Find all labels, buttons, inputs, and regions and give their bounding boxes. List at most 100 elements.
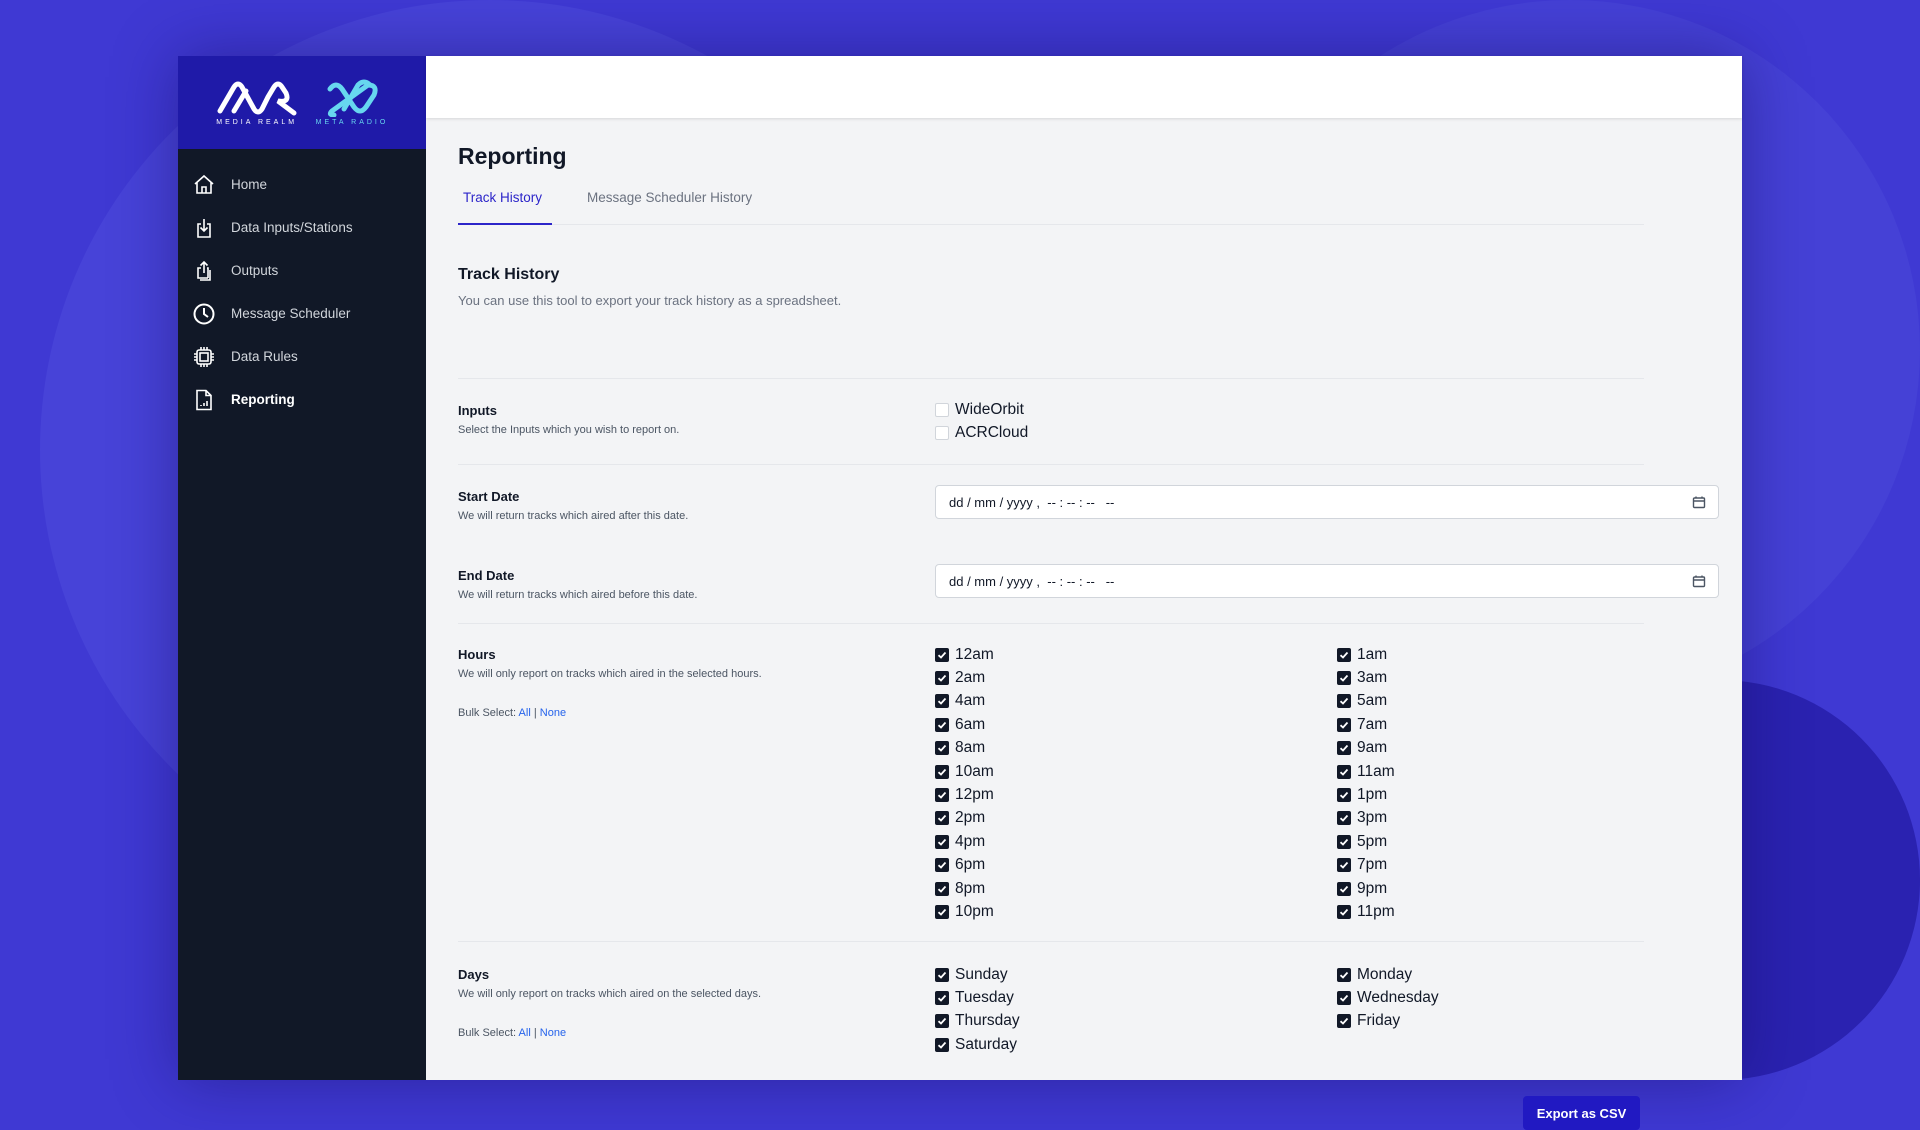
checkbox-days-sunday[interactable]: Sunday xyxy=(935,963,1337,986)
days-bulk-select: Bulk Select: All | None xyxy=(458,1027,567,1039)
hours-select-none-link[interactable]: None xyxy=(540,707,566,719)
divider xyxy=(458,378,1644,379)
days-checkbox-grid: Sunday Monday Tuesday Wednesday Thursday Frid… xyxy=(935,963,1639,1057)
checkbox-checked-icon xyxy=(1337,1014,1351,1029)
media-realm-logo: MEDIA REALM xyxy=(216,79,298,126)
checkbox-hours-4am[interactable]: 4am xyxy=(935,690,1337,713)
export-csv-button[interactable]: Export as CSV xyxy=(1523,1096,1640,1130)
checkbox-hours-10am[interactable]: 10am xyxy=(935,760,1337,783)
section-description: You can use this tool to export your tra… xyxy=(458,293,842,308)
checkbox-hours-8pm[interactable]: 8pm xyxy=(935,877,1337,900)
main-content: Reporting Track History Message Schedule… xyxy=(426,118,1742,1130)
checkbox-hours-1pm[interactable]: 1pm xyxy=(1337,783,1639,806)
checkbox-checked-icon xyxy=(1337,858,1351,873)
checkbox-checked-icon xyxy=(1337,881,1351,896)
tab-message-scheduler-history[interactable]: Message Scheduler History xyxy=(587,190,752,205)
checkbox-hours-10pm[interactable]: 10pm xyxy=(935,900,1337,923)
days-select-all-link[interactable]: All xyxy=(519,1027,531,1039)
divider xyxy=(458,464,1644,465)
checkbox-wideorbit[interactable]: WideOrbit xyxy=(935,398,1028,421)
checkbox-days-wednesday[interactable]: Wednesday xyxy=(1337,986,1639,1009)
calendar-icon[interactable] xyxy=(1692,574,1706,588)
checkbox-days-monday[interactable]: Monday xyxy=(1337,963,1639,986)
sidebar-item-label: Data Rules xyxy=(231,349,298,364)
calendar-icon[interactable] xyxy=(1692,495,1706,509)
checkbox-checked-icon xyxy=(1337,717,1351,732)
checkbox-checked-icon xyxy=(1337,788,1351,803)
inputs-label: Inputs xyxy=(458,403,497,418)
checkbox-days-saturday[interactable]: Saturday xyxy=(935,1033,1337,1056)
top-bar xyxy=(426,56,1742,118)
checkbox-checked-icon xyxy=(935,741,949,756)
checkbox-hours-3am[interactable]: 3am xyxy=(1337,666,1639,689)
checkbox-checked-icon xyxy=(1337,764,1351,779)
sidebar-item-outputs[interactable]: Outputs xyxy=(178,249,426,292)
checkbox-days-tuesday[interactable]: Tuesday xyxy=(935,986,1337,1009)
meta-radio-logo: META RADIO xyxy=(316,79,389,126)
sidebar-item-data-inputs[interactable]: Data Inputs/Stations xyxy=(178,206,426,249)
checkbox-checked-icon xyxy=(935,788,949,803)
checkbox-checked-icon xyxy=(1337,834,1351,849)
checkbox-checked-icon xyxy=(935,671,949,686)
checkbox-checked-icon xyxy=(1337,741,1351,756)
checkbox-hours-7am[interactable]: 7am xyxy=(1337,713,1639,736)
checkbox-hours-12am[interactable]: 12am xyxy=(935,643,1337,666)
checkbox-checked-icon xyxy=(1337,967,1351,982)
hours-select-all-link[interactable]: All xyxy=(519,707,531,719)
home-icon xyxy=(194,174,214,194)
checkbox-days-friday[interactable]: Friday xyxy=(1337,1010,1639,1033)
hours-checkbox-grid: 12am 1am 2am 3am 4am 5am 6am 7am 8am 9am 10am 11am 1… xyxy=(935,643,1639,924)
section-title: Track History xyxy=(458,266,560,283)
checkbox-hours-2pm[interactable]: 2pm xyxy=(935,807,1337,830)
checkbox-unchecked-icon xyxy=(935,402,949,417)
checkbox-hours-9am[interactable]: 9am xyxy=(1337,737,1639,760)
sidebar-item-data-rules[interactable]: Data Rules xyxy=(178,335,426,378)
checkbox-unchecked-icon xyxy=(935,426,949,441)
clock-icon xyxy=(193,303,215,324)
checkbox-checked-icon xyxy=(935,991,949,1006)
hours-bulk-select: Bulk Select: All | None xyxy=(458,707,567,719)
checkbox-hours-6pm[interactable]: 6pm xyxy=(935,854,1337,877)
checkbox-hours-4pm[interactable]: 4pm xyxy=(935,830,1337,853)
upload-share-icon xyxy=(197,260,211,281)
checkbox-hours-3pm[interactable]: 3pm xyxy=(1337,807,1639,830)
sidebar-item-message-scheduler[interactable]: Message Scheduler xyxy=(178,292,426,335)
sidebar-item-home[interactable]: Home xyxy=(178,163,426,206)
start-date-help: We will return tracks which aired after … xyxy=(458,510,689,522)
sidebar-item-label: Outputs xyxy=(231,263,279,278)
end-date-input[interactable]: dd / mm / yyyy , -- : -- : -- -- xyxy=(935,564,1719,598)
checkbox-checked-icon xyxy=(1337,671,1351,686)
tabs-divider xyxy=(458,224,1644,225)
inputs-help: Select the Inputs which you wish to repo… xyxy=(458,424,680,436)
app-window: MEDIA REALM META RADIO Home Data Inputs/… xyxy=(178,56,1742,1130)
checkbox-days-thursday[interactable]: Thursday xyxy=(935,1010,1337,1033)
checkbox-hours-11pm[interactable]: 11pm xyxy=(1337,900,1639,923)
tab-track-history[interactable]: Track History xyxy=(463,190,542,205)
checkbox-checked-icon xyxy=(935,881,949,896)
checkbox-checked-icon xyxy=(935,904,949,919)
checkbox-hours-7pm[interactable]: 7pm xyxy=(1337,854,1639,877)
sidebar-item-label: Home xyxy=(231,177,268,192)
checkbox-acrcloud[interactable]: ACRCloud xyxy=(935,421,1028,444)
checkbox-hours-1am[interactable]: 1am xyxy=(1337,643,1639,666)
divider xyxy=(458,941,1644,942)
checkbox-checked-icon xyxy=(935,834,949,849)
checkbox-hours-9pm[interactable]: 9pm xyxy=(1337,877,1639,900)
checkbox-checked-icon xyxy=(1337,811,1351,826)
checkbox-hours-12pm[interactable]: 12pm xyxy=(935,783,1337,806)
checkbox-hours-5am[interactable]: 5am xyxy=(1337,690,1639,713)
start-date-input[interactable]: dd / mm / yyyy , -- : -- : -- -- xyxy=(935,485,1719,519)
end-date-label: End Date xyxy=(458,568,515,583)
sidebar-item-label: Message Scheduler xyxy=(231,306,351,321)
checkbox-hours-6am[interactable]: 6am xyxy=(935,713,1337,736)
sidebar-item-reporting[interactable]: Reporting xyxy=(178,378,426,421)
days-select-none-link[interactable]: None xyxy=(540,1027,566,1039)
checkbox-hours-5pm[interactable]: 5pm xyxy=(1337,830,1639,853)
report-document-icon xyxy=(196,389,212,410)
checkbox-hours-8am[interactable]: 8am xyxy=(935,737,1337,760)
checkbox-checked-icon xyxy=(935,811,949,826)
checkbox-checked-icon xyxy=(1337,904,1351,919)
checkbox-hours-11am[interactable]: 11am xyxy=(1337,760,1639,783)
end-date-help: We will return tracks which aired before… xyxy=(458,589,698,601)
checkbox-hours-2am[interactable]: 2am xyxy=(935,666,1337,689)
